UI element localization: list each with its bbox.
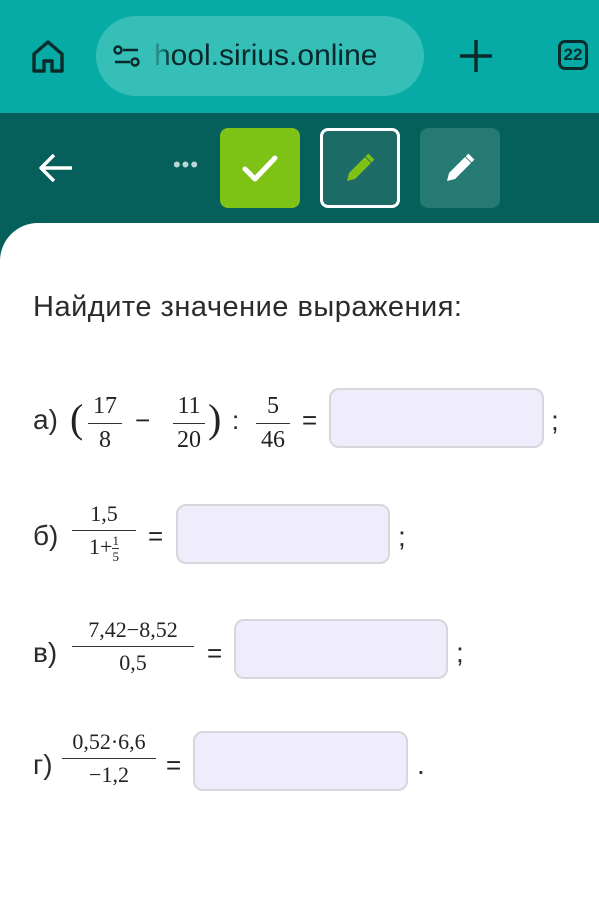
home-icon[interactable]: [28, 36, 68, 76]
pencil-icon: [347, 153, 375, 181]
answer-input-v[interactable]: [234, 619, 448, 679]
task-prompt: Найдите значение выражения:: [33, 291, 463, 323]
end-period: .: [417, 749, 425, 780]
problem-label: г): [33, 749, 53, 780]
problem-label: б): [33, 520, 59, 551]
check-answer-button[interactable]: [220, 128, 300, 208]
answer-input-g[interactable]: [193, 731, 408, 791]
colon-sign: :: [232, 405, 240, 435]
check-icon: [242, 155, 278, 182]
draw-button[interactable]: [420, 128, 500, 208]
site-settings-icon[interactable]: [112, 41, 142, 71]
open-paren: (: [70, 396, 84, 441]
fraction: 0,52·6,6 −1,2: [62, 729, 156, 788]
fraction: 5 46: [256, 393, 290, 454]
more-dots-icon[interactable]: •••: [168, 153, 204, 183]
task-toolbar: •••: [0, 113, 599, 233]
equals-sign: =: [166, 750, 182, 780]
answer-input-a[interactable]: [329, 388, 544, 448]
task-content: Найдите значение выражения: а) ( 17 8 − …: [0, 223, 599, 920]
url-fade: [150, 16, 172, 96]
fraction: 11 20: [173, 393, 205, 454]
fraction: 17 8: [88, 393, 122, 454]
complex-fraction: 1,5 1+1 5: [72, 501, 136, 563]
equals-sign: =: [148, 521, 164, 551]
separator: ;: [551, 405, 559, 436]
small-fraction: 15: [112, 533, 119, 565]
problem-label: а): [33, 404, 58, 435]
back-arrow-icon[interactable]: [36, 148, 76, 188]
separator: ;: [398, 521, 406, 552]
new-tab-icon[interactable]: [456, 36, 496, 76]
edit-mode-button[interactable]: [320, 128, 400, 208]
browser-bar: hool.sirius.online 22: [0, 0, 599, 113]
minus-sign: −: [135, 405, 151, 435]
address-bar[interactable]: hool.sirius.online: [96, 16, 424, 96]
problem-label: в): [33, 637, 58, 668]
equals-sign: =: [302, 405, 318, 435]
equals-sign: =: [207, 638, 223, 668]
fraction: 7,42−8,52 0,5: [72, 617, 194, 676]
tab-switcher-button[interactable]: 22: [558, 40, 588, 70]
answer-input-b[interactable]: [176, 504, 390, 564]
close-paren: ): [208, 396, 222, 441]
pencil-icon: [447, 153, 475, 181]
separator: ;: [456, 637, 464, 668]
url-text[interactable]: hool.sirius.online: [154, 16, 414, 96]
